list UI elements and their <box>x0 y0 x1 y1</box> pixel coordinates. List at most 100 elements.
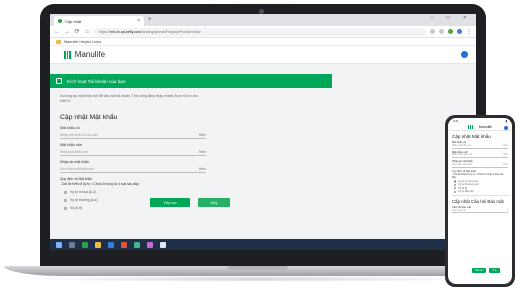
laptop-shadow <box>20 276 490 282</box>
show-password-toggle[interactable]: Hiện <box>503 145 508 147</box>
confirm-password-input[interactable]: Xác nhận mật khẩu mới Hiện <box>60 166 206 173</box>
check-icon <box>64 206 68 211</box>
phone-brand: Manulife <box>478 125 493 129</box>
bookmark-link[interactable]: Manulife Helpful Links <box>64 40 101 44</box>
url-prefix: https:// <box>99 29 110 34</box>
field-label: Mật khẩu cũ <box>60 126 80 130</box>
app-icon[interactable] <box>147 241 153 248</box>
phone-form-actions: Tiếp tục Hủy <box>472 268 500 273</box>
app-icon[interactable] <box>82 241 88 248</box>
check-icon <box>64 190 68 195</box>
show-password-toggle[interactable]: Hiện <box>199 167 206 171</box>
folder-icon <box>56 39 61 44</box>
intro-line: thiết bị. <box>60 99 71 103</box>
show-password-toggle[interactable]: Hiện <box>199 150 206 154</box>
address-bar[interactable]: https://mlr-vn.azurefly.com/landing/qr/v… <box>94 27 426 36</box>
app-icon[interactable] <box>160 241 166 248</box>
manulife-logo-icon <box>467 125 473 129</box>
show-password-toggle[interactable]: Hiện <box>199 133 206 137</box>
battery-icon: ▮ <box>505 119 507 123</box>
avatar[interactable] <box>461 51 468 58</box>
laptop-notch <box>228 266 288 270</box>
phone-app-header: Manulife <box>448 124 512 131</box>
input-placeholder: Nhập mật khẩu mới <box>60 150 88 154</box>
home-icon[interactable]: ⌂ <box>84 29 90 35</box>
phone-cancel-button[interactable]: Hủy <box>489 268 500 273</box>
show-password-toggle[interactable]: Hiện <box>503 154 508 156</box>
folder-icon[interactable] <box>95 241 101 248</box>
chevron-down-icon: ▾ <box>506 210 508 213</box>
rule-text: Ký tự đặc biệt <box>458 189 474 193</box>
field-label: Mật khẩu mới <box>60 143 82 147</box>
rule-item: Ký tự in hoa (A-Z) <box>64 190 322 195</box>
phone-time: 9:41 <box>453 119 459 123</box>
url-domain: mlr-vn.azurefly.com <box>109 29 141 34</box>
forward-icon[interactable]: → <box>64 29 70 35</box>
phone-confirm-password-field: Nhập lại mật khẩu Xác nhận mật khẩu Hiện <box>452 160 508 168</box>
back-icon[interactable]: ← <box>54 29 60 35</box>
app-icon[interactable] <box>121 241 127 248</box>
rule-text: Số (0-9) <box>70 206 83 210</box>
continue-button[interactable]: Tiếp tục <box>150 198 190 207</box>
phone-password-rules: Quy định về Mật khẩu - Dài tối thiểu 8 k… <box>452 170 508 194</box>
rule-text: Ký tự thường (a-z) <box>70 198 98 202</box>
account-icon <box>56 78 62 84</box>
security-question-select[interactable]: Chọn câu hỏi ▾ <box>452 209 508 214</box>
phone-continue-button[interactable]: Tiếp tục <box>472 268 487 273</box>
old-password-input[interactable]: Nhập mật khẩu cũ của bạn Hiện <box>60 132 206 139</box>
browser-icon[interactable] <box>108 241 114 248</box>
profile-icon[interactable] <box>457 29 462 34</box>
rules-subtitle: - Dài tối thiểu 8 ký tự • Chứa 3 trong s… <box>60 182 140 186</box>
browser-toolbar: ← → ⟳ ⌂ https://mlr-vn.azurefly.com/land… <box>50 26 476 38</box>
phone-security-question-field: Câu hỏi bảo mật Chọn câu hỏi ▾ <box>452 206 508 214</box>
windows-taskbar: ▴ ◂ 4:03 PM 8/5/2020 <box>50 239 476 250</box>
input-placeholder: Nhập mật khẩu cũ của bạn <box>60 133 99 137</box>
section-title: Cập nhật Mật khẩu <box>60 114 118 121</box>
menu-icon[interactable]: ⋮ <box>466 28 472 35</box>
intro-text: Vui lòng tạo mật khẩu mới để bảo mật tài… <box>60 94 322 104</box>
product-mockup: Cập nhật × + – □ × ← → ⟳ ⌂ https://mlr-v… <box>0 0 531 293</box>
search-icon[interactable] <box>69 241 75 248</box>
check-icon <box>64 198 68 203</box>
rule-text: Ký tự in hoa (A-Z) <box>70 190 97 194</box>
start-icon[interactable] <box>56 241 62 248</box>
confirm-password-field: Nhập lại mật khẩu Xác nhận mật khẩu mới … <box>60 160 322 173</box>
extension-icon[interactable] <box>439 29 444 34</box>
phone-confirm-password-input[interactable]: Xác nhận mật khẩu Hiện <box>452 163 508 168</box>
extension-icon[interactable] <box>448 29 453 34</box>
activation-banner: Kích hoạt Tài khoản của bạn <box>50 74 332 88</box>
browser-tabstrip: Cập nhật × + – □ × <box>50 14 476 26</box>
extension-icon[interactable] <box>430 29 435 34</box>
phone-screen: 9:41 ▮ Manulife Cập nhật Mật khẩu Mật kh… <box>448 118 512 284</box>
favicon-icon <box>58 19 62 23</box>
input-placeholder: Nhập mật khẩu mới <box>452 154 473 157</box>
bookmarks-bar: Manulife Helpful Links <box>50 38 476 46</box>
close-tab-icon[interactable]: × <box>137 18 140 24</box>
rules-subtitle: - Dài tối thiểu 8 ký tự • Chứa 3 trong 4… <box>452 172 504 180</box>
phone-new-password-input[interactable]: Nhập mật khẩu mới Hiện <box>452 154 508 158</box>
phone-new-password-field: Mật khẩu mới Nhập mật khẩu mới Hiện <box>452 151 508 158</box>
window-controls[interactable]: – □ × <box>431 15 473 21</box>
url-path: /landing/qr/vuln/Reg/api/Prompt=New <box>140 29 201 34</box>
show-password-toggle[interactable]: Hiện <box>503 164 508 166</box>
phone-security-title: Cập nhật Câu hỏi Bảo mật <box>452 198 504 204</box>
check-icon <box>454 190 457 193</box>
tab-title: Cập nhật <box>65 18 82 24</box>
new-password-input[interactable]: Nhập mật khẩu mới Hiện <box>60 149 206 156</box>
select-placeholder: Chọn câu hỏi <box>452 209 466 212</box>
browser-tab[interactable]: Cập nhật × <box>54 16 144 26</box>
phone-old-password-input[interactable]: Nhập mật khẩu cũ Hiện <box>452 144 508 149</box>
cancel-button[interactable]: Hủy <box>198 198 230 207</box>
app-icon[interactable] <box>134 241 140 248</box>
input-placeholder: Xác nhận mật khẩu mới <box>60 167 94 171</box>
input-placeholder: Nhập mật khẩu cũ <box>452 144 471 147</box>
main-content: Kích hoạt Tài khoản của bạn Vui lòng tạo… <box>50 74 332 211</box>
avatar[interactable] <box>504 125 508 130</box>
reload-icon[interactable]: ⟳ <box>74 28 80 35</box>
banner-title: Kích hoạt Tài khoản của bạn <box>67 78 126 84</box>
check-icon <box>454 180 457 183</box>
input-placeholder: Xác nhận mật khẩu <box>452 163 472 166</box>
phone-frame: 9:41 ▮ Manulife Cập nhật Mật khẩu Mật kh… <box>445 115 515 287</box>
new-tab-button[interactable]: + <box>148 17 152 23</box>
app-header: Manulife <box>50 46 476 64</box>
